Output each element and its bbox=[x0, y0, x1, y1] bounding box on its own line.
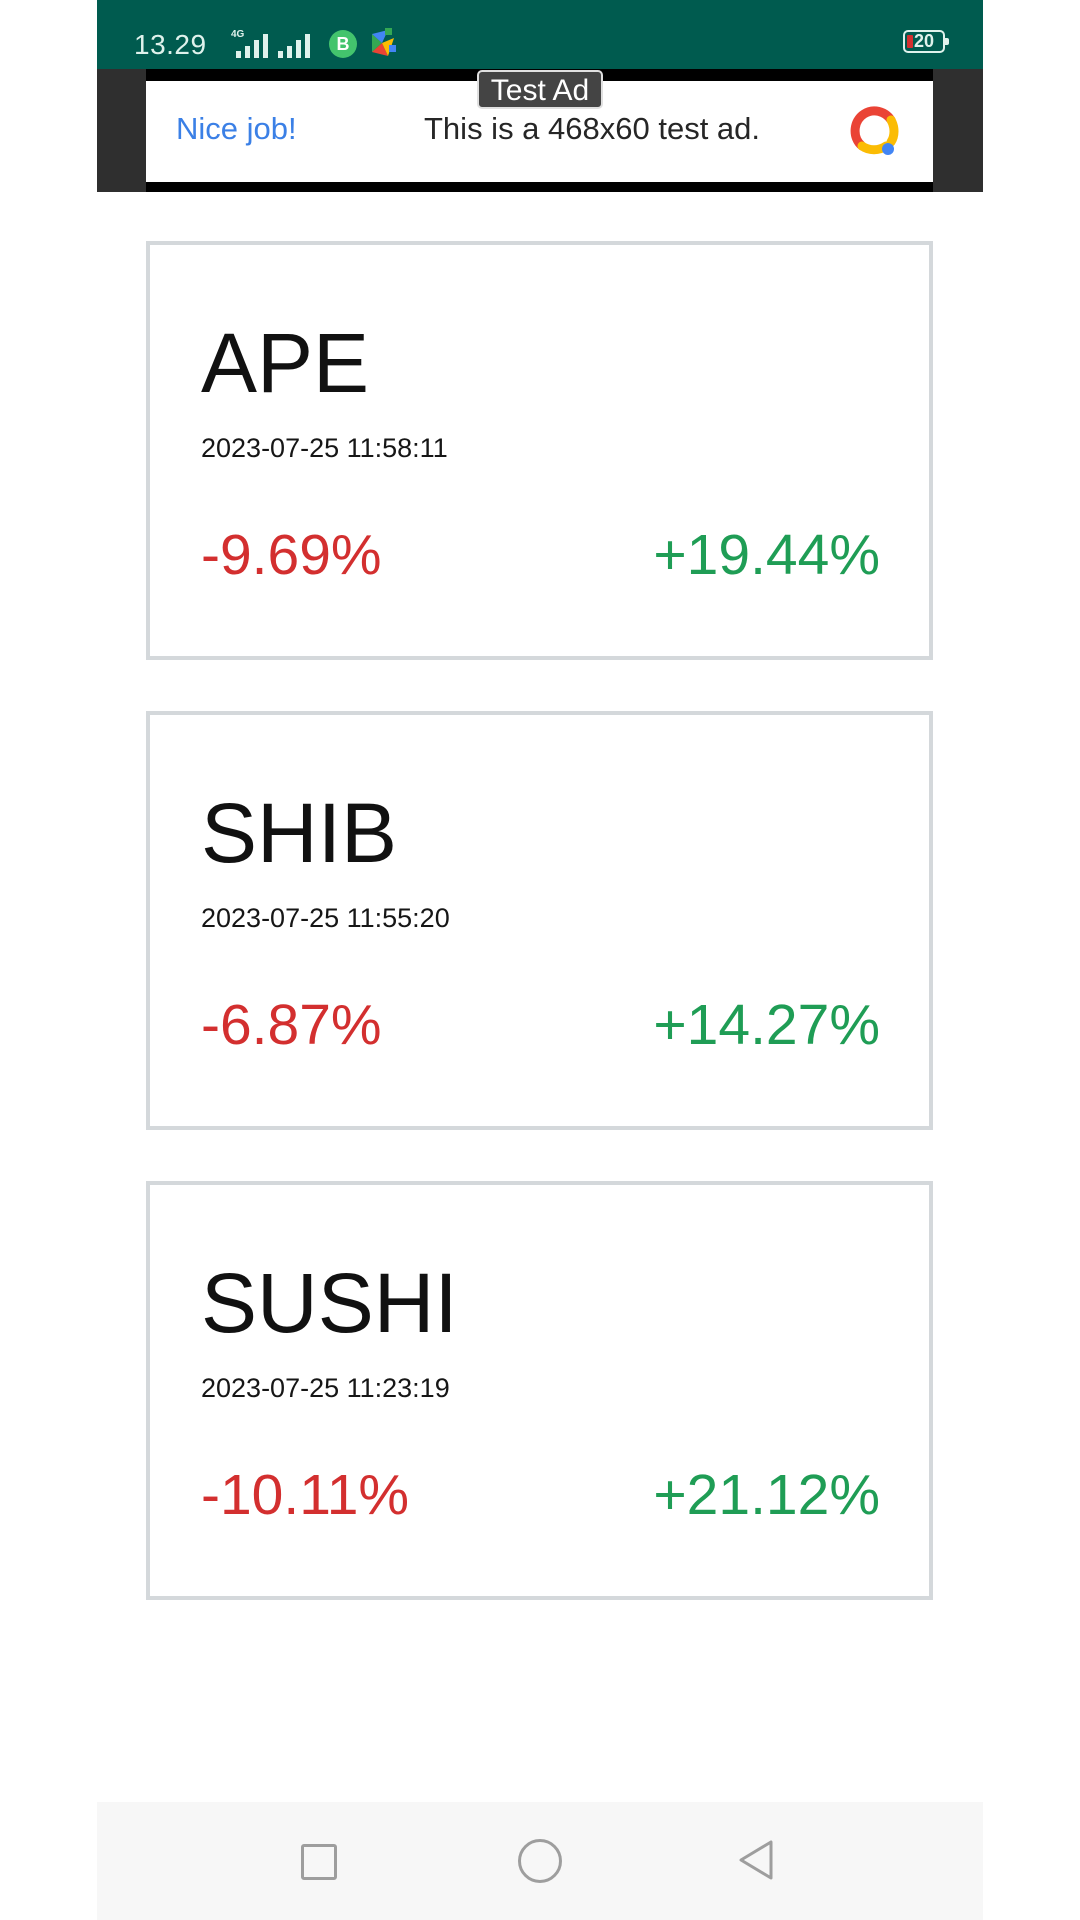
crypto-change-list: APE 2023-07-25 11:58:11 -9.69% +19.44% S… bbox=[146, 241, 933, 1651]
negative-change: -9.69% bbox=[201, 523, 382, 587]
crypto-timestamp: 2023-07-25 11:58:11 bbox=[201, 433, 448, 463]
ad-description: This is a 468x60 test ad. bbox=[424, 111, 761, 146]
signal-bars-icon bbox=[236, 33, 276, 58]
app-frame: 13.29 4G B 20 Nice job! This is a 468x60… bbox=[97, 0, 983, 1920]
status-time: 13.29 bbox=[134, 29, 207, 60]
positive-change: +19.44% bbox=[653, 523, 880, 587]
negative-change: -10.11% bbox=[201, 1463, 410, 1527]
second-signal-bars-icon bbox=[278, 33, 318, 58]
recent-apps-button[interactable] bbox=[301, 1844, 337, 1880]
crypto-symbol: APE bbox=[201, 316, 370, 410]
test-ad-banner[interactable]: Nice job! This is a 468x60 test ad. Test… bbox=[97, 69, 983, 192]
crypto-symbol: SHIB bbox=[201, 786, 398, 880]
crypto-timestamp: 2023-07-25 11:55:20 bbox=[201, 903, 450, 933]
android-screen: 13.29 4G B 20 Nice job! This is a 468x60… bbox=[0, 0, 1080, 1920]
crypto-card-ape[interactable]: APE 2023-07-25 11:58:11 -9.69% +19.44% bbox=[146, 241, 933, 660]
negative-change: -6.87% bbox=[201, 993, 382, 1057]
positive-change: +21.12% bbox=[653, 1463, 880, 1527]
positive-change: +14.27% bbox=[653, 993, 880, 1057]
back-button[interactable] bbox=[735, 1838, 779, 1882]
signal-strength-icons: 4G bbox=[226, 28, 321, 58]
status-bar: 13.29 4G B 20 bbox=[97, 0, 983, 69]
android-navigation-bar bbox=[97, 1802, 983, 1920]
crypto-card-shib[interactable]: SHIB 2023-07-25 11:55:20 -6.87% +14.27% bbox=[146, 711, 933, 1130]
google-ads-icon[interactable] bbox=[847, 106, 899, 158]
play-puzzle-icon bbox=[372, 28, 396, 56]
home-button[interactable] bbox=[518, 1839, 562, 1883]
test-ad-badge: Test Ad bbox=[477, 70, 603, 109]
crypto-timestamp: 2023-07-25 11:23:19 bbox=[201, 1373, 450, 1403]
crypto-symbol: SUSHI bbox=[201, 1256, 458, 1350]
app-notification-icon: B bbox=[329, 30, 357, 58]
ad-nice-job-link[interactable]: Nice job! bbox=[176, 110, 297, 148]
battery-icon: 20 bbox=[903, 30, 949, 53]
crypto-card-sushi[interactable]: SUSHI 2023-07-25 11:23:19 -10.11% +21.12… bbox=[146, 1181, 933, 1600]
